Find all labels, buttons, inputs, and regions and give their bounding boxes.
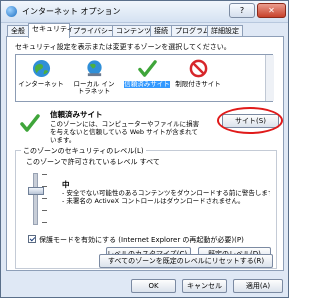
zone-list: インターネット ローカル イントラネット 信頼済みサイト 制限付きサイト: [15, 54, 274, 102]
level-desc-line: - 安全でない可能性のあるコンテンツをダウンロードする前に警告します: [62, 189, 270, 197]
annotation-highlight-ring: [217, 107, 283, 134]
zone-instruction: セキュリティ設定を表示または変更するゾーンを選択してください。: [15, 43, 231, 51]
zone-trusted-sites[interactable]: 信頼済みサイト: [124, 59, 170, 88]
selected-zone-check-icon: [20, 114, 40, 132]
security-panel: セキュリティ設定を表示または変更するゾーンを選択してください。 インターネット …: [6, 36, 284, 271]
intranet-globe-icon: [86, 60, 102, 77]
ok-button[interactable]: OK: [131, 279, 176, 293]
internet-options-icon: [6, 6, 17, 17]
zone-list-scrollbar[interactable]: [265, 55, 274, 101]
zone-label: 信頼済みサイト: [124, 80, 170, 88]
security-level-group: このゾーンのセキュリティのレベル(L) このゾーンで許可されているレベル すべて…: [15, 146, 277, 269]
zone-restricted-sites[interactable]: 制限付きサイト: [175, 59, 221, 88]
internet-options-dialog: インターネット オプション ? ✕ 全般 セキュリティ プライバシー コンテンツ…: [0, 0, 289, 298]
globe-icon: [32, 59, 50, 78]
zone-label: 制限付きサイト: [175, 80, 221, 88]
apply-button[interactable]: 適用(A): [233, 279, 283, 293]
title-bar: インターネット オプション ? ✕: [1, 1, 288, 23]
allowed-levels-text: このゾーンで許可されているレベル すべて: [26, 158, 160, 166]
reset-all-zones-button[interactable]: すべてのゾーンを既定のレベルにリセットする(R): [99, 254, 273, 268]
green-check-icon: [137, 60, 157, 77]
level-desc-line: - 未署名の ActiveX コントロールはダウンロードされません。: [62, 197, 245, 205]
selected-zone-name: 信頼済みサイト: [50, 110, 103, 119]
help-button[interactable]: ?: [229, 3, 255, 18]
tab-security[interactable]: セキュリティ: [28, 23, 74, 38]
cancel-button[interactable]: キャンセル: [182, 279, 227, 293]
zone-internet[interactable]: インターネット: [18, 59, 64, 88]
zone-label: ローカル イントラネット: [73, 80, 115, 95]
selected-zone-description: このゾーンには、コンピューターやファイルに損害を与えないと信頼している Web …: [50, 120, 200, 144]
protected-mode-checkbox-row[interactable]: 保護モードを有効にする (Internet Explorer の再起動が必要)(…: [28, 235, 244, 245]
close-button[interactable]: ✕: [257, 3, 286, 18]
protected-mode-checkbox[interactable]: [28, 235, 36, 243]
window-title: インターネット オプション: [22, 7, 121, 16]
no-entry-icon: [189, 59, 207, 78]
protected-mode-label: 保護モードを有効にする (Internet Explorer の再起動が必要)(…: [39, 236, 244, 244]
security-level-slider-track[interactable]: [33, 173, 38, 225]
security-level-description: - 安全でない可能性のあるコンテンツをダウンロードする前に警告します - 未署名…: [62, 189, 270, 205]
slider-ticks: [42, 174, 47, 234]
zone-local-intranet[interactable]: ローカル イントラネット: [71, 59, 117, 95]
zone-label: インターネット: [18, 80, 64, 88]
level-group-legend: このゾーンのセキュリティのレベル(L): [21, 146, 146, 156]
